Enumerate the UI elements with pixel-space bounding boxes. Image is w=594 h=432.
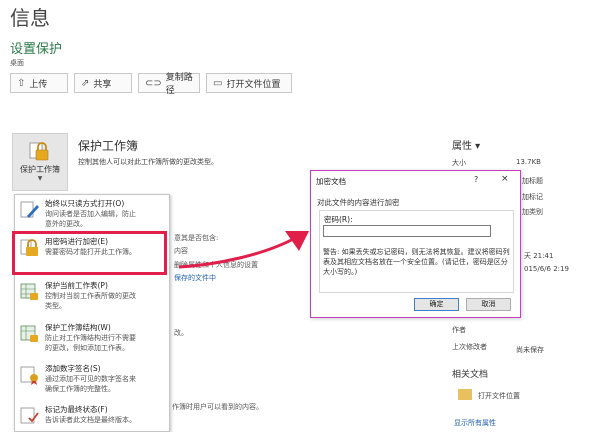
page-title: 信息	[10, 6, 50, 30]
link-icon: ⊂⊃	[145, 77, 162, 89]
password-input[interactable]	[323, 225, 491, 237]
file-location: 桌面	[10, 59, 24, 67]
change-text: 改。	[174, 329, 188, 337]
protect-menu: 始终以只读方式打开(O) 询问读者是否加入编辑，防止 意外的更改。 用密码进行加密…	[14, 194, 170, 432]
open-location-button[interactable]: ▭ 打开文件位置	[206, 73, 292, 93]
warning-text: 警告: 如果丢失或忘记密码，则无法将其恢复。建议将密码列表及其相应文档名放在一个…	[323, 248, 510, 276]
dialog-heading: 对此文件的内容进行加密	[317, 198, 400, 207]
related-open-location[interactable]: 打开文件位置	[478, 391, 520, 401]
menu-item-protect-structure[interactable]: 保护工作簿结构(W) 防止对工作簿结构进行不需要 的更改，例如添加工作表。	[15, 321, 169, 357]
protect-description: 控制其他人可以对此工作簿所做的更改类型。	[78, 158, 218, 166]
share-icon: ⇗	[81, 77, 90, 89]
dialog-group: 密码(R): 警告: 如果丢失或忘记密码，则无法将其恢复。建议将密码列表及其相应…	[319, 210, 514, 293]
workbook-lock-icon	[20, 325, 38, 342]
menu-item-title: 保护当前工作表(P)	[45, 281, 108, 290]
menu-item-digital-signature[interactable]: 添加数字签名(S) 通过添加不可见的数字签名来 确保工作簿的完整性。	[15, 362, 169, 398]
prop-add-tag[interactable]: 加标记	[522, 192, 543, 202]
protect-workbook-button[interactable]: 保护工作簿 ▼	[12, 133, 68, 191]
upload-button[interactable]: ⇧ 上传	[10, 73, 68, 93]
menu-item-desc: 询问读者是否加入编辑，防止 意外的更改。	[45, 210, 136, 228]
folder-icon	[458, 389, 472, 400]
copy-path-button[interactable]: ⊂⊃ 复制路径	[138, 73, 200, 96]
prop-author-label: 作者	[452, 326, 466, 334]
menu-item-title: 添加数字签名(S)	[45, 364, 101, 373]
menu-item-desc: 控制对当前工作表所做的更改 类型。	[45, 292, 136, 310]
menu-item-mark-final[interactable]: 标记为最终状态(F) 告诉读者此文档是最终版本。	[15, 403, 169, 431]
related-docs-title: 相关文档	[452, 370, 489, 380]
prop-size-value: 13.7KB	[516, 158, 541, 166]
prop-last-modified-label: 上次修改者	[452, 343, 487, 351]
annotation-arrow-icon	[178, 231, 309, 269]
cancel-button[interactable]: 取消	[466, 298, 511, 311]
prop-add-title[interactable]: 加标题	[522, 176, 543, 186]
folder-icon: ▭	[213, 77, 223, 89]
menu-item-title: 标记为最终状态(F)	[45, 405, 108, 414]
final-doc-icon	[20, 407, 39, 424]
share-label: 共享	[93, 79, 112, 90]
ok-button[interactable]: 确定	[414, 298, 459, 311]
help-icon[interactable]: ?	[474, 175, 478, 184]
protect-tile-label: 保护工作簿	[20, 165, 60, 174]
upload-label: 上传	[29, 79, 48, 90]
encrypt-dialog: 加密文档 ? × 对此文件的内容进行加密 密码(R): 警告: 如果丢失或忘记密…	[310, 170, 521, 318]
menu-item-desc: 通过添加不可见的数字签名来 确保工作簿的完整性。	[45, 375, 136, 393]
chevron-down-icon: ▼	[37, 175, 43, 182]
prop-last-modified-value: 尚未保存	[516, 346, 544, 354]
section-title: 设置保护	[10, 42, 63, 57]
prop-size-label: 大小	[452, 159, 466, 167]
prop-modified-date: 天 21:41	[524, 252, 554, 260]
lock-icon	[29, 142, 49, 161]
password-label: 密码(R):	[324, 215, 353, 224]
signature-icon	[20, 366, 38, 385]
copy-path-label: 复制路径	[165, 73, 193, 96]
properties-title[interactable]: 属性 ▾	[452, 137, 480, 152]
prop-add-category[interactable]: 加类别	[522, 207, 543, 217]
show-all-properties-link[interactable]: 显示所有属性	[454, 418, 496, 428]
menu-item-readonly[interactable]: 始终以只读方式打开(O) 询问读者是否加入编辑，防止 意外的更改。	[15, 197, 169, 231]
open-location-label: 打开文件位置	[226, 79, 281, 90]
dialog-title: 加密文档	[316, 177, 346, 186]
menu-item-title: 始终以只读方式打开(O)	[45, 199, 125, 208]
pencil-icon	[20, 201, 39, 218]
close-icon[interactable]: ×	[501, 174, 509, 184]
encrypt-highlight	[12, 231, 167, 275]
view-text: 作簿时用户可以看到的内容。	[172, 403, 263, 411]
sheet-lock-icon	[20, 283, 38, 300]
menu-item-protect-sheet[interactable]: 保护当前工作表(P) 控制对当前工作表所做的更改 类型。	[15, 279, 169, 313]
menu-item-desc: 告诉读者此文档是最终版本。	[45, 416, 136, 424]
share-button[interactable]: ⇗ 共享	[74, 73, 132, 93]
protect-title: 保护工作簿	[78, 139, 139, 153]
prop-created-date: 015/6/6 2:19	[524, 265, 569, 273]
menu-item-title: 保护工作簿结构(W)	[45, 323, 111, 332]
upload-icon: ⇧	[17, 77, 26, 89]
menu-item-desc: 防止对工作簿结构进行不需要 的更改，例如添加工作表。	[45, 334, 136, 352]
